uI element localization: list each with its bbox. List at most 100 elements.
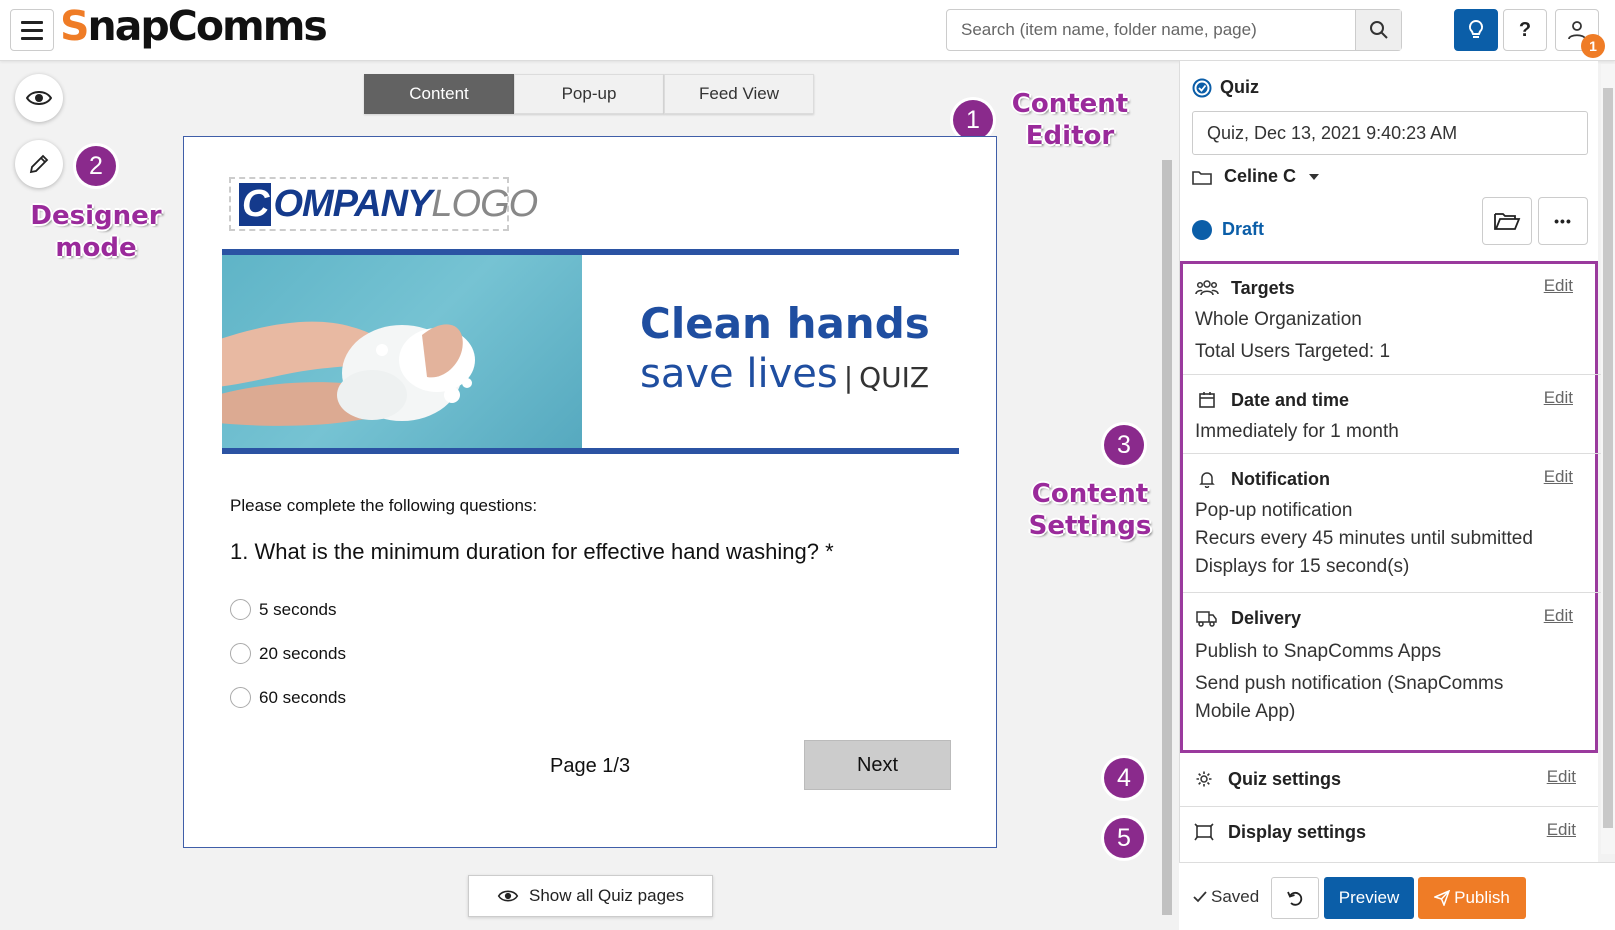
open-folder-icon [1494, 213, 1521, 230]
panel-scrollbar[interactable] [1601, 64, 1615, 854]
hamburger-line [21, 28, 43, 32]
radio-button[interactable] [230, 643, 251, 664]
annotation-text: Content [1011, 89, 1129, 119]
users-icon [1195, 280, 1219, 296]
radio-button[interactable] [230, 599, 251, 620]
search-button[interactable] [1355, 10, 1401, 50]
undo-icon [1287, 891, 1303, 906]
datetime-section: Date and time Immediately for 1 month Ed… [1195, 386, 1583, 446]
annotation-designer-mode: Designer mode [28, 200, 164, 264]
user-account-button[interactable]: 1 [1555, 9, 1605, 58]
tab-content[interactable]: Content [364, 74, 514, 114]
quiz-settings-header: Quiz settings [1192, 765, 1586, 793]
notification-badge: 1 [1581, 34, 1605, 58]
radio-button[interactable] [230, 687, 251, 708]
item-name-input[interactable] [1192, 111, 1588, 155]
annotation-marker-2: 2 [76, 146, 116, 186]
company-logo-placeholder[interactable]: C OMPANY LOGO [229, 177, 538, 231]
scrollbar-thumb[interactable] [1603, 88, 1613, 828]
option-label: 60 seconds [259, 687, 346, 707]
annotation-text: Designer [30, 201, 162, 231]
show-all-label: Show all Quiz pages [529, 886, 684, 905]
logo-letter-c: C [239, 182, 272, 226]
view-tabs: Content Pop-up Feed View [364, 74, 814, 114]
targets-header: Targets [1195, 274, 1583, 302]
open-folder-button[interactable] [1482, 197, 1532, 245]
notification-edit-link[interactable]: Edit [1544, 467, 1573, 487]
hand-washing-image [222, 255, 582, 448]
annotation-text: Settings [1028, 511, 1152, 541]
banner-title: Clean hands [640, 299, 930, 348]
quiz-settings-edit-link[interactable]: Edit [1547, 767, 1576, 787]
targets-line: Total Users Targeted: 1 [1195, 341, 1391, 362]
eye-icon [497, 890, 519, 902]
action-bar: Saved Preview Publish [1179, 862, 1615, 930]
notification-line: Displays for 15 second(s) [1195, 556, 1410, 577]
annotation-marker-3: 3 [1104, 425, 1144, 465]
editor-scrollbar[interactable] [1160, 140, 1174, 930]
tab-popup[interactable]: Pop-up [514, 74, 664, 114]
folder-selector[interactable]: Celine C [1192, 166, 1320, 187]
annotation-marker-5: 5 [1104, 818, 1144, 858]
hamburger-line [21, 36, 43, 40]
search-box [946, 9, 1402, 51]
publish-button[interactable]: Publish [1418, 877, 1526, 919]
targets-edit-link[interactable]: Edit [1544, 276, 1573, 296]
gear-icon-wrap [1192, 770, 1216, 788]
folder-owner: Celine C [1224, 166, 1297, 186]
quiz-settings-title: Quiz settings [1228, 768, 1342, 789]
logo-s: S [60, 2, 89, 50]
content-editor-card[interactable]: C OMPANY LOGO Clean hands save lives | QUIZ … [183, 136, 997, 848]
saved-label: Saved [1211, 887, 1260, 906]
display-settings-edit-link[interactable]: Edit [1547, 820, 1576, 840]
publish-label: Publish [1454, 888, 1510, 907]
gear-icon [1196, 771, 1212, 787]
status-badge: Draft [1222, 219, 1265, 239]
logo-rest: napComms [87, 2, 328, 50]
preview-button[interactable]: Preview [1324, 877, 1414, 919]
annotation-marker-4: 4 [1104, 758, 1144, 798]
banner-sub-text: save lives [640, 351, 838, 397]
display-settings-header: Display settings [1192, 818, 1586, 846]
content-type-label: Quiz [1220, 77, 1259, 97]
annotation-content-settings: Content Settings [1028, 478, 1152, 542]
display-icon-wrap [1192, 823, 1216, 841]
delivery-title: Delivery [1231, 607, 1302, 628]
checkmark-icon [1193, 891, 1207, 903]
scrollbar-thumb[interactable] [1162, 160, 1172, 915]
pencil-icon [29, 154, 49, 174]
option-label: 20 seconds [259, 643, 346, 663]
help-button[interactable]: ? [1503, 9, 1547, 51]
banner-pipe: | [843, 361, 854, 394]
targets-section: Targets Whole Organization Total Users T… [1195, 274, 1583, 366]
hands-illustration [222, 321, 475, 426]
delivery-header: Delivery [1195, 604, 1583, 632]
menu-button[interactable] [10, 9, 54, 51]
more-options-button[interactable]: ••• [1538, 197, 1588, 245]
calendar-icon-wrap [1195, 391, 1219, 409]
divider [1183, 453, 1601, 454]
undo-button[interactable] [1271, 877, 1319, 919]
folder-icon [1192, 170, 1212, 185]
search-input[interactable] [947, 10, 1355, 50]
answer-option[interactable]: 5 seconds [230, 599, 337, 620]
divider [1180, 806, 1598, 807]
next-button[interactable]: Next [804, 740, 951, 790]
annotation-text: Content [1031, 479, 1149, 509]
tab-feed-view[interactable]: Feed View [664, 74, 814, 114]
tips-button[interactable] [1454, 9, 1498, 51]
delivery-line: Mobile App) [1195, 701, 1296, 722]
app-logo[interactable]: SnapComms [60, 2, 328, 50]
bell-icon-wrap [1195, 470, 1219, 488]
answer-option[interactable]: 60 seconds [230, 687, 346, 708]
datetime-edit-link[interactable]: Edit [1544, 388, 1573, 408]
answer-option[interactable]: 20 seconds [230, 643, 346, 664]
designer-mode-button[interactable] [15, 140, 63, 188]
delivery-edit-link[interactable]: Edit [1544, 606, 1573, 626]
datetime-header: Date and time [1195, 386, 1583, 414]
logo-company-text: OMPANY [273, 182, 432, 225]
preview-mode-button[interactable] [15, 74, 63, 122]
banner-subtitle: save lives | QUIZ [640, 351, 929, 397]
show-all-quiz-pages-button[interactable]: Show all Quiz pages [468, 875, 713, 917]
delivery-truck-icon [1196, 611, 1217, 627]
